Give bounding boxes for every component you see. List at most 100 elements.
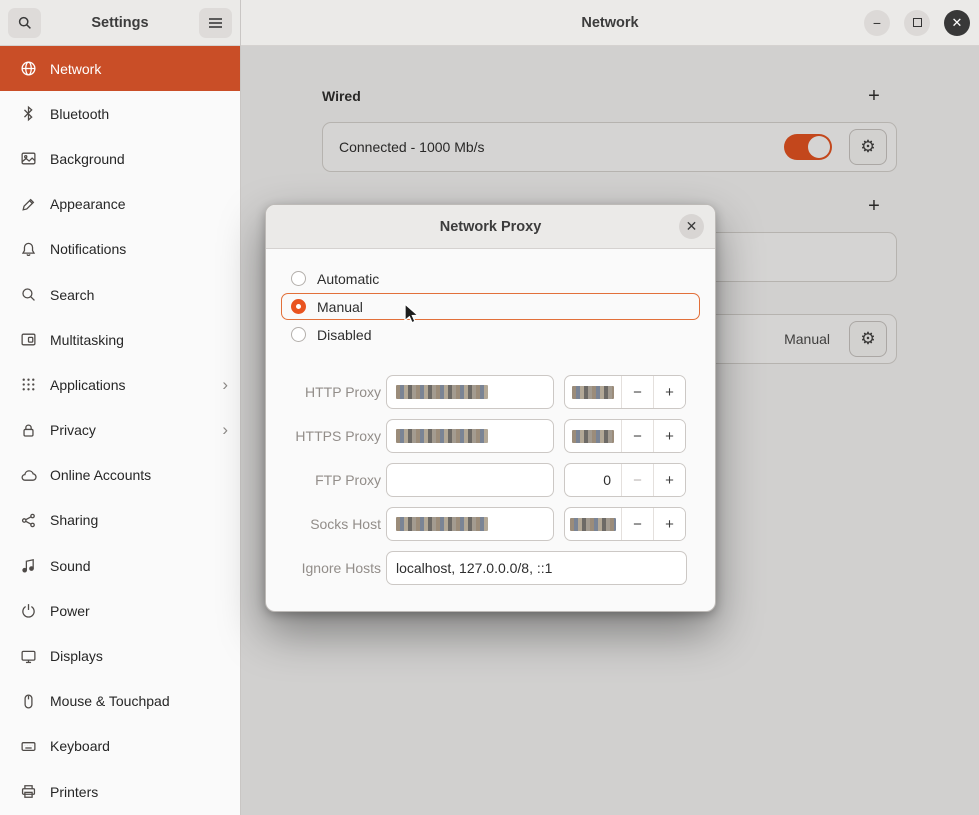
bell-icon	[19, 240, 37, 258]
proxy-option-manual[interactable]: Manual	[281, 293, 700, 320]
decrement-button[interactable]: −	[621, 420, 653, 452]
socks-host-input[interactable]	[386, 507, 554, 541]
proxy-option-automatic[interactable]: Automatic	[281, 265, 700, 292]
sidebar-item-appearance[interactable]: Appearance	[0, 182, 240, 227]
printer-icon	[19, 783, 37, 801]
redacted-value	[396, 517, 488, 531]
sidebar-item-notifications[interactable]: Notifications	[0, 227, 240, 272]
http-proxy-row: HTTP Proxy − +	[281, 375, 700, 409]
decrement-button[interactable]: −	[621, 464, 653, 496]
socks-port-value[interactable]	[565, 508, 621, 540]
sidebar-item-label: Bluetooth	[50, 106, 228, 122]
sidebar-item-network[interactable]: Network	[0, 46, 240, 91]
sidebar-item-label: Online Accounts	[50, 467, 228, 483]
sidebar-item-applications[interactable]: Applications ›	[0, 362, 240, 407]
sidebar-item-label: Network	[50, 61, 228, 77]
redacted-value	[396, 385, 488, 399]
sidebar-item-keyboard[interactable]: Keyboard	[0, 724, 240, 769]
dialog-body: Automatic Manual Disabled HTTP Proxy − +…	[266, 249, 715, 585]
http-proxy-input[interactable]	[386, 375, 554, 409]
sidebar-item-label: Power	[50, 603, 228, 619]
sidebar-item-power[interactable]: Power	[0, 588, 240, 633]
proxy-option-disabled[interactable]: Disabled	[281, 321, 700, 348]
grid-icon	[19, 376, 37, 394]
ftp-proxy-input[interactable]	[386, 463, 554, 497]
keyboard-icon	[19, 737, 37, 755]
menu-button[interactable]	[199, 8, 232, 38]
option-label: Manual	[317, 299, 363, 315]
sidebar-item-search[interactable]: Search	[0, 272, 240, 317]
increment-button[interactable]: +	[653, 376, 685, 408]
http-port-value[interactable]	[565, 376, 621, 408]
monitor-icon	[19, 647, 37, 665]
sidebar-item-printers[interactable]: Printers	[0, 769, 240, 814]
radio-unchecked-icon	[291, 271, 306, 286]
maximize-icon	[913, 18, 922, 27]
sidebar-item-sharing[interactable]: Sharing	[0, 498, 240, 543]
https-proxy-input[interactable]	[386, 419, 554, 453]
background-icon	[19, 150, 37, 168]
minimize-icon: −	[873, 15, 881, 31]
sidebar-item-multitasking[interactable]: Multitasking	[0, 317, 240, 362]
sidebar-item-label: Sharing	[50, 512, 228, 528]
hamburger-icon	[208, 17, 223, 29]
ftp-port-spinner: 0 − +	[564, 463, 686, 497]
cloud-icon	[19, 466, 37, 484]
sidebar-item-sound[interactable]: Sound	[0, 543, 240, 588]
sidebar-item-label: Notifications	[50, 241, 228, 257]
lock-icon	[19, 421, 37, 439]
option-label: Disabled	[317, 327, 371, 343]
appearance-icon	[19, 195, 37, 213]
window-controls: − ✕	[864, 0, 970, 45]
maximize-button[interactable]	[904, 10, 930, 36]
sidebar-headerbar: Settings	[0, 0, 240, 46]
increment-button[interactable]: +	[653, 420, 685, 452]
sidebar-item-background[interactable]: Background	[0, 136, 240, 181]
close-icon: ✕	[952, 15, 963, 31]
socks-port-spinner: − +	[564, 507, 686, 541]
search-icon	[17, 15, 33, 31]
dialog-close-button[interactable]: ✕	[679, 214, 704, 239]
search-button[interactable]	[8, 8, 41, 38]
sidebar-item-label: Sound	[50, 558, 228, 574]
ftp-port-value[interactable]: 0	[565, 464, 621, 496]
socks-host-label: Socks Host	[281, 516, 381, 532]
increment-button[interactable]: +	[653, 508, 685, 540]
sidebar-item-label: Displays	[50, 648, 228, 664]
share-icon	[19, 511, 37, 529]
increment-button[interactable]: +	[653, 464, 685, 496]
sidebar-item-label: Keyboard	[50, 738, 228, 754]
minimize-button[interactable]: −	[864, 10, 890, 36]
https-port-value[interactable]	[565, 420, 621, 452]
sidebar-item-displays[interactable]: Displays	[0, 633, 240, 678]
sidebar-item-label: Mouse & Touchpad	[50, 693, 228, 709]
dialog-headerbar: Network Proxy ✕	[266, 205, 715, 249]
chevron-right-icon: ›	[222, 375, 228, 395]
https-proxy-row: HTTPS Proxy − +	[281, 419, 700, 453]
music-note-icon	[19, 557, 37, 575]
magnifier-icon	[19, 286, 37, 304]
sidebar-item-online-accounts[interactable]: Online Accounts	[0, 453, 240, 498]
redacted-value	[396, 429, 488, 443]
chevron-right-icon: ›	[222, 420, 228, 440]
sidebar-item-mouse-touchpad[interactable]: Mouse & Touchpad	[0, 679, 240, 724]
decrement-button[interactable]: −	[621, 376, 653, 408]
sidebar-item-label: Search	[50, 287, 228, 303]
sidebar-item-bluetooth[interactable]: Bluetooth	[0, 91, 240, 136]
sidebar-title: Settings	[41, 15, 199, 31]
power-icon	[19, 602, 37, 620]
main-headerbar: Network − ✕	[241, 0, 979, 46]
close-button[interactable]: ✕	[944, 10, 970, 36]
http-proxy-label: HTTP Proxy	[281, 384, 381, 400]
ignore-hosts-input[interactable]: localhost, 127.0.0.0/8, ::1	[386, 551, 687, 585]
proxy-form: HTTP Proxy − + HTTPS Proxy − + FTP Pro	[281, 375, 700, 585]
sidebar-item-label: Multitasking	[50, 332, 228, 348]
redacted-value	[570, 518, 616, 531]
ignore-hosts-label: Ignore Hosts	[281, 560, 381, 576]
sidebar: Settings Network Bluetooth	[0, 0, 241, 815]
decrement-button[interactable]: −	[621, 508, 653, 540]
sidebar-item-privacy[interactable]: Privacy ›	[0, 408, 240, 453]
mouse-icon	[19, 692, 37, 710]
https-port-spinner: − +	[564, 419, 686, 453]
sidebar-item-label: Applications	[50, 377, 209, 393]
